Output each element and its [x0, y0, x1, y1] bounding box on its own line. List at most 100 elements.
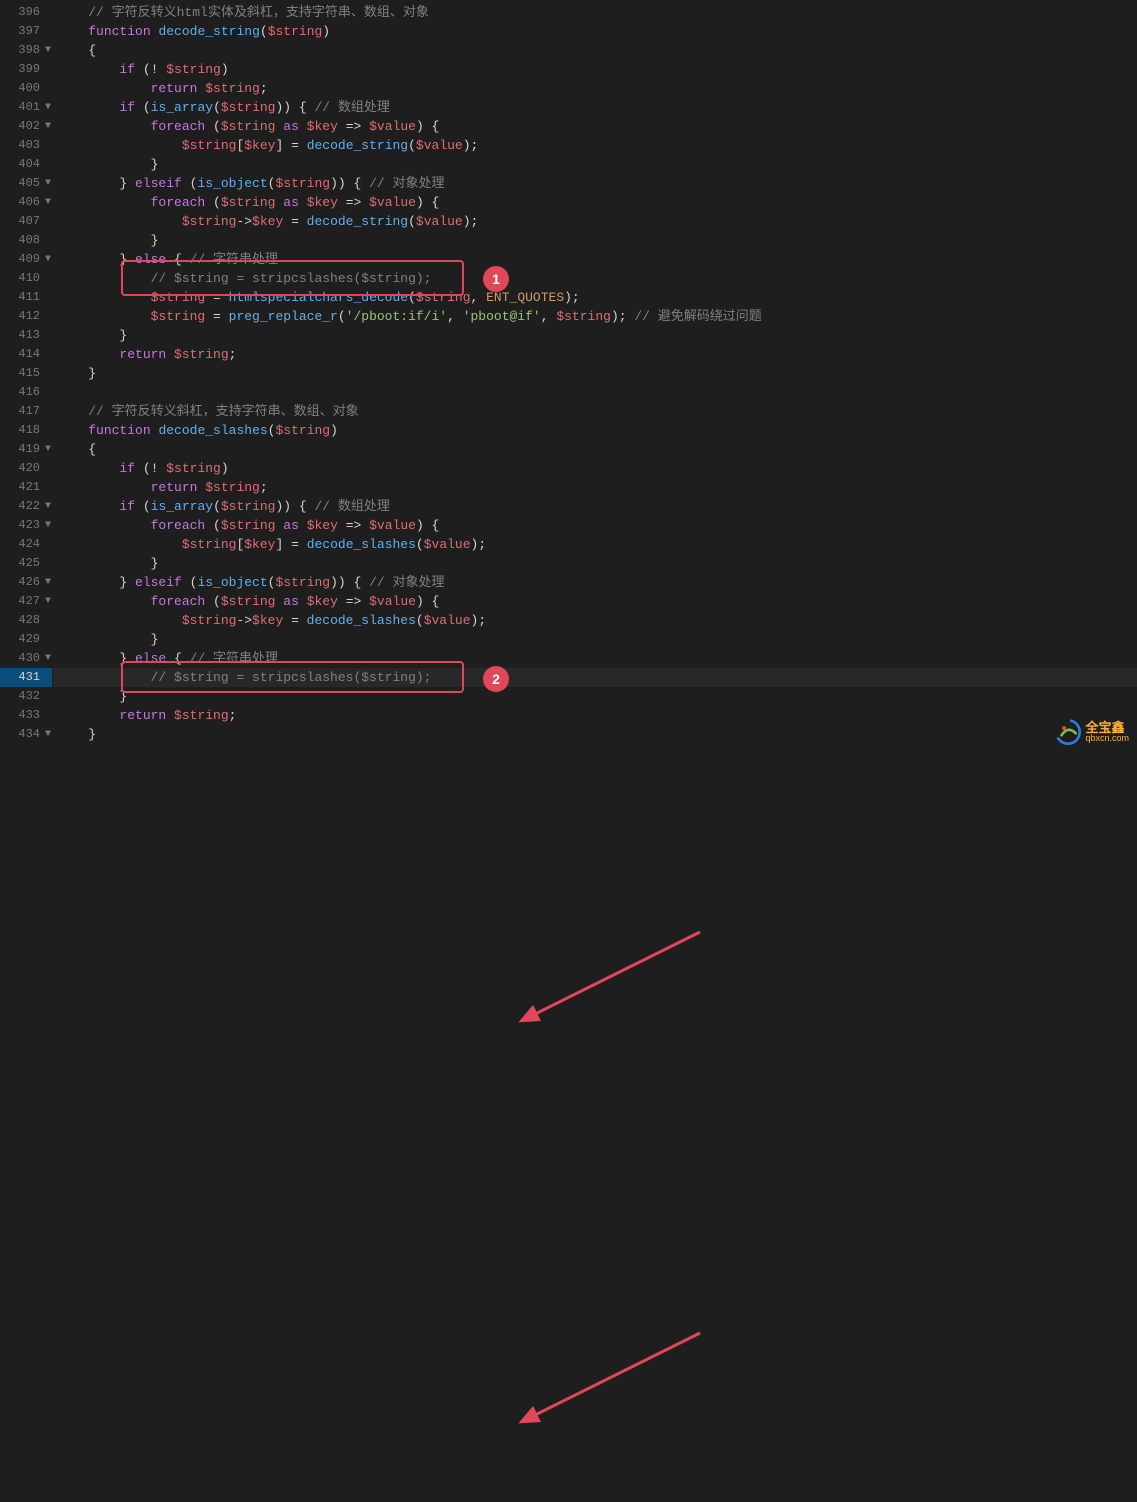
line-number[interactable]: 411	[0, 288, 52, 307]
line-number[interactable]: 408	[0, 231, 52, 250]
line-number[interactable]: 424	[0, 535, 52, 554]
code-line[interactable]: // 字符反转义html实体及斜杠，支持字符串、数组、对象	[53, 3, 1137, 22]
line-number[interactable]: 398▼	[0, 41, 52, 60]
code-line[interactable]: } else { // 字符串处理	[53, 250, 1137, 269]
line-number[interactable]: 433	[0, 706, 52, 725]
line-number[interactable]: 415	[0, 364, 52, 383]
line-number[interactable]: 400	[0, 79, 52, 98]
line-number[interactable]: 417	[0, 402, 52, 421]
fold-marker-icon[interactable]: ▼	[45, 649, 51, 668]
line-number[interactable]: 405▼	[0, 174, 52, 193]
watermark-text-en: qbxcn.com	[1085, 734, 1129, 743]
line-number[interactable]: 420	[0, 459, 52, 478]
line-number[interactable]: 410	[0, 269, 52, 288]
line-number[interactable]: 429	[0, 630, 52, 649]
line-number[interactable]: 401▼	[0, 98, 52, 117]
code-line[interactable]: }	[53, 364, 1137, 383]
line-number[interactable]: 430▼	[0, 649, 52, 668]
code-line[interactable]: if (! $string)	[53, 60, 1137, 79]
code-line[interactable]: {	[53, 440, 1137, 459]
code-line[interactable]: }	[53, 687, 1137, 706]
code-line[interactable]: if (is_array($string)) { // 数组处理	[53, 497, 1137, 516]
watermark: 全宝鑫 qbxcn.com	[1055, 719, 1129, 745]
fold-marker-icon[interactable]: ▼	[45, 592, 51, 611]
line-number-gutter[interactable]: 396397398▼399400401▼402▼403404405▼406▼40…	[0, 0, 53, 751]
code-line[interactable]: return $string;	[53, 706, 1137, 725]
code-line[interactable]: // $string = stripcslashes($string);	[53, 269, 1137, 288]
line-number[interactable]: 419▼	[0, 440, 52, 459]
line-number[interactable]: 422▼	[0, 497, 52, 516]
code-line[interactable]: $string->$key = decode_slashes($value);	[53, 611, 1137, 630]
line-number[interactable]: 403	[0, 136, 52, 155]
line-number[interactable]: 426▼	[0, 573, 52, 592]
line-number[interactable]: 425	[0, 554, 52, 573]
line-number[interactable]: 399	[0, 60, 52, 79]
fold-marker-icon[interactable]: ▼	[45, 725, 51, 744]
code-line[interactable]: return $string;	[53, 478, 1137, 497]
line-number[interactable]: 421	[0, 478, 52, 497]
code-line[interactable]: $string[$key] = decode_slashes($value);	[53, 535, 1137, 554]
line-number[interactable]: 402▼	[0, 117, 52, 136]
code-line[interactable]: foreach ($string as $key => $value) {	[53, 193, 1137, 212]
code-line[interactable]: return $string;	[53, 79, 1137, 98]
line-number[interactable]: 428	[0, 611, 52, 630]
code-line[interactable]: }	[53, 231, 1137, 250]
code-line[interactable]: }	[53, 326, 1137, 345]
line-number[interactable]: 434▼	[0, 725, 52, 744]
annotation-arrow-1	[0, 751, 1137, 1502]
code-line[interactable]: } elseif (is_object($string)) { // 对象处理	[53, 573, 1137, 592]
line-number[interactable]: 412	[0, 307, 52, 326]
line-number[interactable]: 432	[0, 687, 52, 706]
code-line[interactable]: foreach ($string as $key => $value) {	[53, 117, 1137, 136]
line-number[interactable]: 431	[0, 668, 52, 687]
code-line[interactable]: {	[53, 41, 1137, 60]
code-line[interactable]	[53, 383, 1137, 402]
fold-marker-icon[interactable]: ▼	[45, 117, 51, 136]
code-line[interactable]: function decode_string($string)	[53, 22, 1137, 41]
code-line[interactable]: }	[53, 155, 1137, 174]
fold-marker-icon[interactable]: ▼	[45, 440, 51, 459]
line-number[interactable]: 416	[0, 383, 52, 402]
annotation-arrow-2	[0, 751, 1137, 1502]
code-editor: 396397398▼399400401▼402▼403404405▼406▼40…	[0, 0, 1137, 751]
line-number[interactable]: 404	[0, 155, 52, 174]
fold-marker-icon[interactable]: ▼	[45, 41, 51, 60]
line-number[interactable]: 418	[0, 421, 52, 440]
line-number[interactable]: 396	[0, 3, 52, 22]
line-number[interactable]: 427▼	[0, 592, 52, 611]
code-line[interactable]: foreach ($string as $key => $value) {	[53, 592, 1137, 611]
code-line[interactable]: foreach ($string as $key => $value) {	[53, 516, 1137, 535]
code-line[interactable]: } elseif (is_object($string)) { // 对象处理	[53, 174, 1137, 193]
fold-marker-icon[interactable]: ▼	[45, 193, 51, 212]
code-line[interactable]: $string = htmlspecialchars_decode($strin…	[53, 288, 1137, 307]
code-line[interactable]: $string[$key] = decode_string($value);	[53, 136, 1137, 155]
code-line[interactable]: // $string = stripcslashes($string);	[53, 668, 1137, 687]
code-line[interactable]: }	[53, 554, 1137, 573]
fold-marker-icon[interactable]: ▼	[45, 497, 51, 516]
line-number[interactable]: 423▼	[0, 516, 52, 535]
code-line[interactable]: return $string;	[53, 345, 1137, 364]
line-number[interactable]: 413	[0, 326, 52, 345]
code-line[interactable]: function decode_slashes($string)	[53, 421, 1137, 440]
code-line[interactable]: // 字符反转义斜杠，支持字符串、数组、对象	[53, 402, 1137, 421]
code-line[interactable]: if (! $string)	[53, 459, 1137, 478]
fold-marker-icon[interactable]: ▼	[45, 174, 51, 193]
fold-marker-icon[interactable]: ▼	[45, 573, 51, 592]
code-line[interactable]: } else { // 字符串处理	[53, 649, 1137, 668]
line-number[interactable]: 407	[0, 212, 52, 231]
annotation-marker-2: 2	[483, 666, 509, 692]
fold-marker-icon[interactable]: ▼	[45, 98, 51, 117]
code-line[interactable]: if (is_array($string)) { // 数组处理	[53, 98, 1137, 117]
code-line[interactable]: }	[53, 630, 1137, 649]
code-line[interactable]: $string = preg_replace_r('/pboot:if/i', …	[53, 307, 1137, 326]
line-number[interactable]: 409▼	[0, 250, 52, 269]
annotation-marker-1: 1	[483, 266, 509, 292]
code-content[interactable]: // 字符反转义html实体及斜杠，支持字符串、数组、对象 function d…	[53, 0, 1137, 751]
line-number[interactable]: 414	[0, 345, 52, 364]
line-number[interactable]: 406▼	[0, 193, 52, 212]
code-line[interactable]: $string->$key = decode_string($value);	[53, 212, 1137, 231]
line-number[interactable]: 397	[0, 22, 52, 41]
fold-marker-icon[interactable]: ▼	[45, 250, 51, 269]
code-line[interactable]: }	[53, 725, 1137, 744]
fold-marker-icon[interactable]: ▼	[45, 516, 51, 535]
